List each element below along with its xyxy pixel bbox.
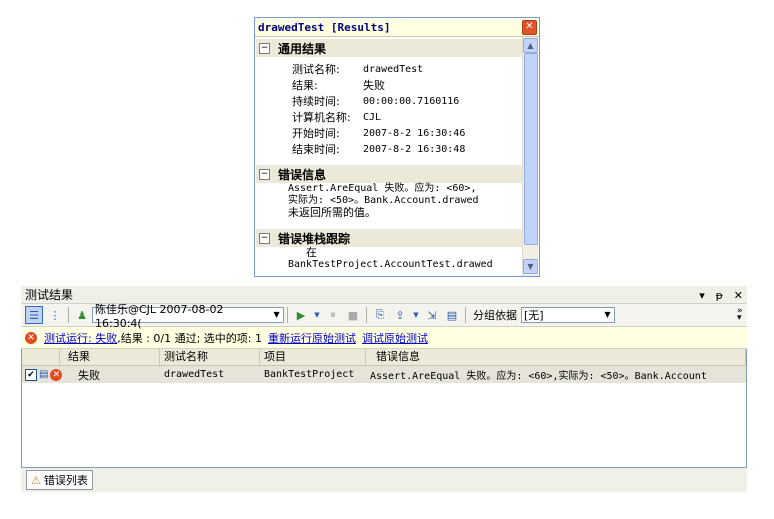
chevron-down-icon[interactable]: ▼ (270, 308, 283, 322)
results-grid: 结果 测试名称 项目 错误信息 ✔ ▤ ✕ 失败 drawedTest Bank… (21, 349, 747, 468)
popup-content: − 通用结果 测试名称: drawedTest 结果: 失败 持续时间: 00:… (256, 37, 522, 276)
collapse-icon[interactable]: − (259, 168, 270, 180)
tab-error-list-label: 错误列表 (43, 474, 88, 487)
row-project: BankTestProject (264, 369, 355, 380)
row-result: 失败 (78, 368, 100, 382)
scroll-thumb[interactable] (524, 53, 538, 245)
results-popup: drawedTest [Results] ✕ − 通用结果 测试名称: draw… (254, 17, 540, 277)
field-start-time: 开始时间: 2007-8-2 16:30:46 (292, 127, 466, 140)
stack-trace: 在 BankTestProject.AccountTest.drawed (288, 246, 493, 271)
row-error-message: Assert.AreEqual 失败。应为: <60>,实际为: <50>。Ba… (370, 371, 707, 382)
table-row[interactable]: ✔ ▤ ✕ 失败 drawedTest BankTestProject Asse… (22, 366, 746, 383)
import-icon[interactable]: ⎘ (372, 307, 388, 323)
chevron-down-icon[interactable]: ▼ (601, 308, 614, 322)
run-selector[interactable]: 陈佳乐@CJL 2007-08-02 16:30:4( ▼ (92, 303, 284, 330)
group-by-value: [无] (524, 309, 544, 322)
publish-icon[interactable]: ⇪ (392, 307, 408, 323)
error-message: Assert.AreEqual 失败。应为: <60>, 实际为: <50>。B… (288, 183, 479, 219)
field-duration: 持续时间: 00:00:00.7160116 (292, 95, 460, 108)
chevron-down-icon[interactable]: ▼ (313, 307, 321, 323)
dropdown-icon[interactable]: ▾ (699, 289, 705, 302)
close-icon[interactable]: ✕ (734, 289, 743, 302)
results-toolbar: ☰ ⋮ ♟ 陈佳乐@CJL 2007-08-02 16:30:4( ▼ ▶ ▼ … (21, 303, 747, 330)
row-checkbox[interactable]: ✔ (25, 368, 37, 381)
run-tests-icon[interactable]: ▶ (293, 307, 309, 323)
popup-titlebar: drawedTest [Results] ✕ (255, 18, 539, 37)
section-general-title: 通用结果 (278, 41, 327, 56)
bottom-tab-strip: ⚠ 错误列表 (21, 468, 747, 492)
section-error-title: 错误信息 (278, 167, 327, 182)
debug-link[interactable]: 调试原始测试 (362, 330, 428, 346)
section-stack-header[interactable]: − 错误堆栈跟踪 (256, 229, 522, 247)
section-general-header[interactable]: − 通用结果 (256, 39, 522, 57)
field-result: 结果: 失败 (292, 79, 385, 92)
test-doc-icon: ▤ (39, 369, 49, 380)
test-run-link[interactable]: 测试运行: 失败 (44, 330, 117, 346)
grid-header: 结果 测试名称 项目 错误信息 (22, 349, 746, 366)
column-project[interactable]: 项目 (260, 349, 366, 365)
collapse-icon[interactable]: − (259, 232, 270, 244)
test-results-pane: 测试结果 ▾ ᵽ ✕ ☰ ⋮ ♟ 陈佳乐@CJL 2007-08-02 16:3… (21, 286, 747, 519)
error-icon: ✕ (25, 331, 37, 344)
section-error-header[interactable]: − 错误信息 (256, 165, 522, 183)
run-status-bar: ✕ 测试运行: 失败 ,结果 : 0/1 通过; 选中的项: 1 重新运行原始测… (21, 327, 747, 349)
error-list-icon: ⚠ (31, 473, 41, 487)
section-stack-title: 错误堆栈跟踪 (278, 231, 351, 246)
group-by-select[interactable]: [无] ▼ (521, 307, 615, 323)
tab-error-list[interactable]: ⚠ 错误列表 (26, 470, 93, 490)
field-computer: 计算机名称: CJL (292, 111, 382, 124)
column-result[interactable]: 结果 (60, 349, 160, 365)
scroll-down-icon[interactable]: ▼ (523, 259, 538, 274)
row-test-name: drawedTest (164, 369, 225, 380)
toolbar-overflow-icon[interactable]: » ▾ (737, 307, 745, 323)
columns-icon[interactable]: ▤ (444, 307, 460, 323)
export-icon[interactable]: ⇲ (424, 307, 440, 323)
failed-icon: ✕ (50, 368, 63, 381)
scroll-up-icon[interactable]: ▲ (523, 38, 538, 53)
popup-title: drawedTest [Results] (258, 20, 391, 34)
field-end-time: 结束时间: 2007-8-2 16:30:48 (292, 143, 466, 156)
list-view-icon[interactable]: ☰ (25, 306, 43, 324)
tree-view-icon[interactable]: ⋮ (47, 307, 63, 323)
stop-icon[interactable]: ■ (345, 307, 361, 323)
rerun-link[interactable]: 重新运行原始测试 (268, 330, 356, 346)
close-icon[interactable]: ✕ (522, 19, 537, 35)
popup-scrollbar[interactable]: ▲ ▼ (522, 37, 538, 276)
group-by-label: 分组依据 (473, 309, 517, 322)
pane-title: 测试结果 (25, 288, 74, 302)
pause-icon[interactable]: ⏸ (325, 307, 341, 323)
collapse-icon[interactable]: − (259, 42, 270, 54)
column-test-name[interactable]: 测试名称 (160, 349, 260, 365)
chevron-down-icon[interactable]: ▼ (412, 307, 420, 323)
field-test-name: 测试名称: drawedTest (292, 63, 424, 76)
pin-icon[interactable]: ᵽ (716, 289, 723, 302)
user-run-icon: ♟ (77, 308, 87, 322)
results-summary: ,结果 : 0/1 通过; 选中的项: 1 (117, 331, 263, 345)
column-error-message[interactable]: 错误信息 (366, 349, 746, 365)
run-selector-value: 陈佳乐@CJL 2007-08-02 16:30:4( (95, 302, 224, 330)
pane-controls: ▾ ᵽ ✕ (692, 288, 743, 302)
